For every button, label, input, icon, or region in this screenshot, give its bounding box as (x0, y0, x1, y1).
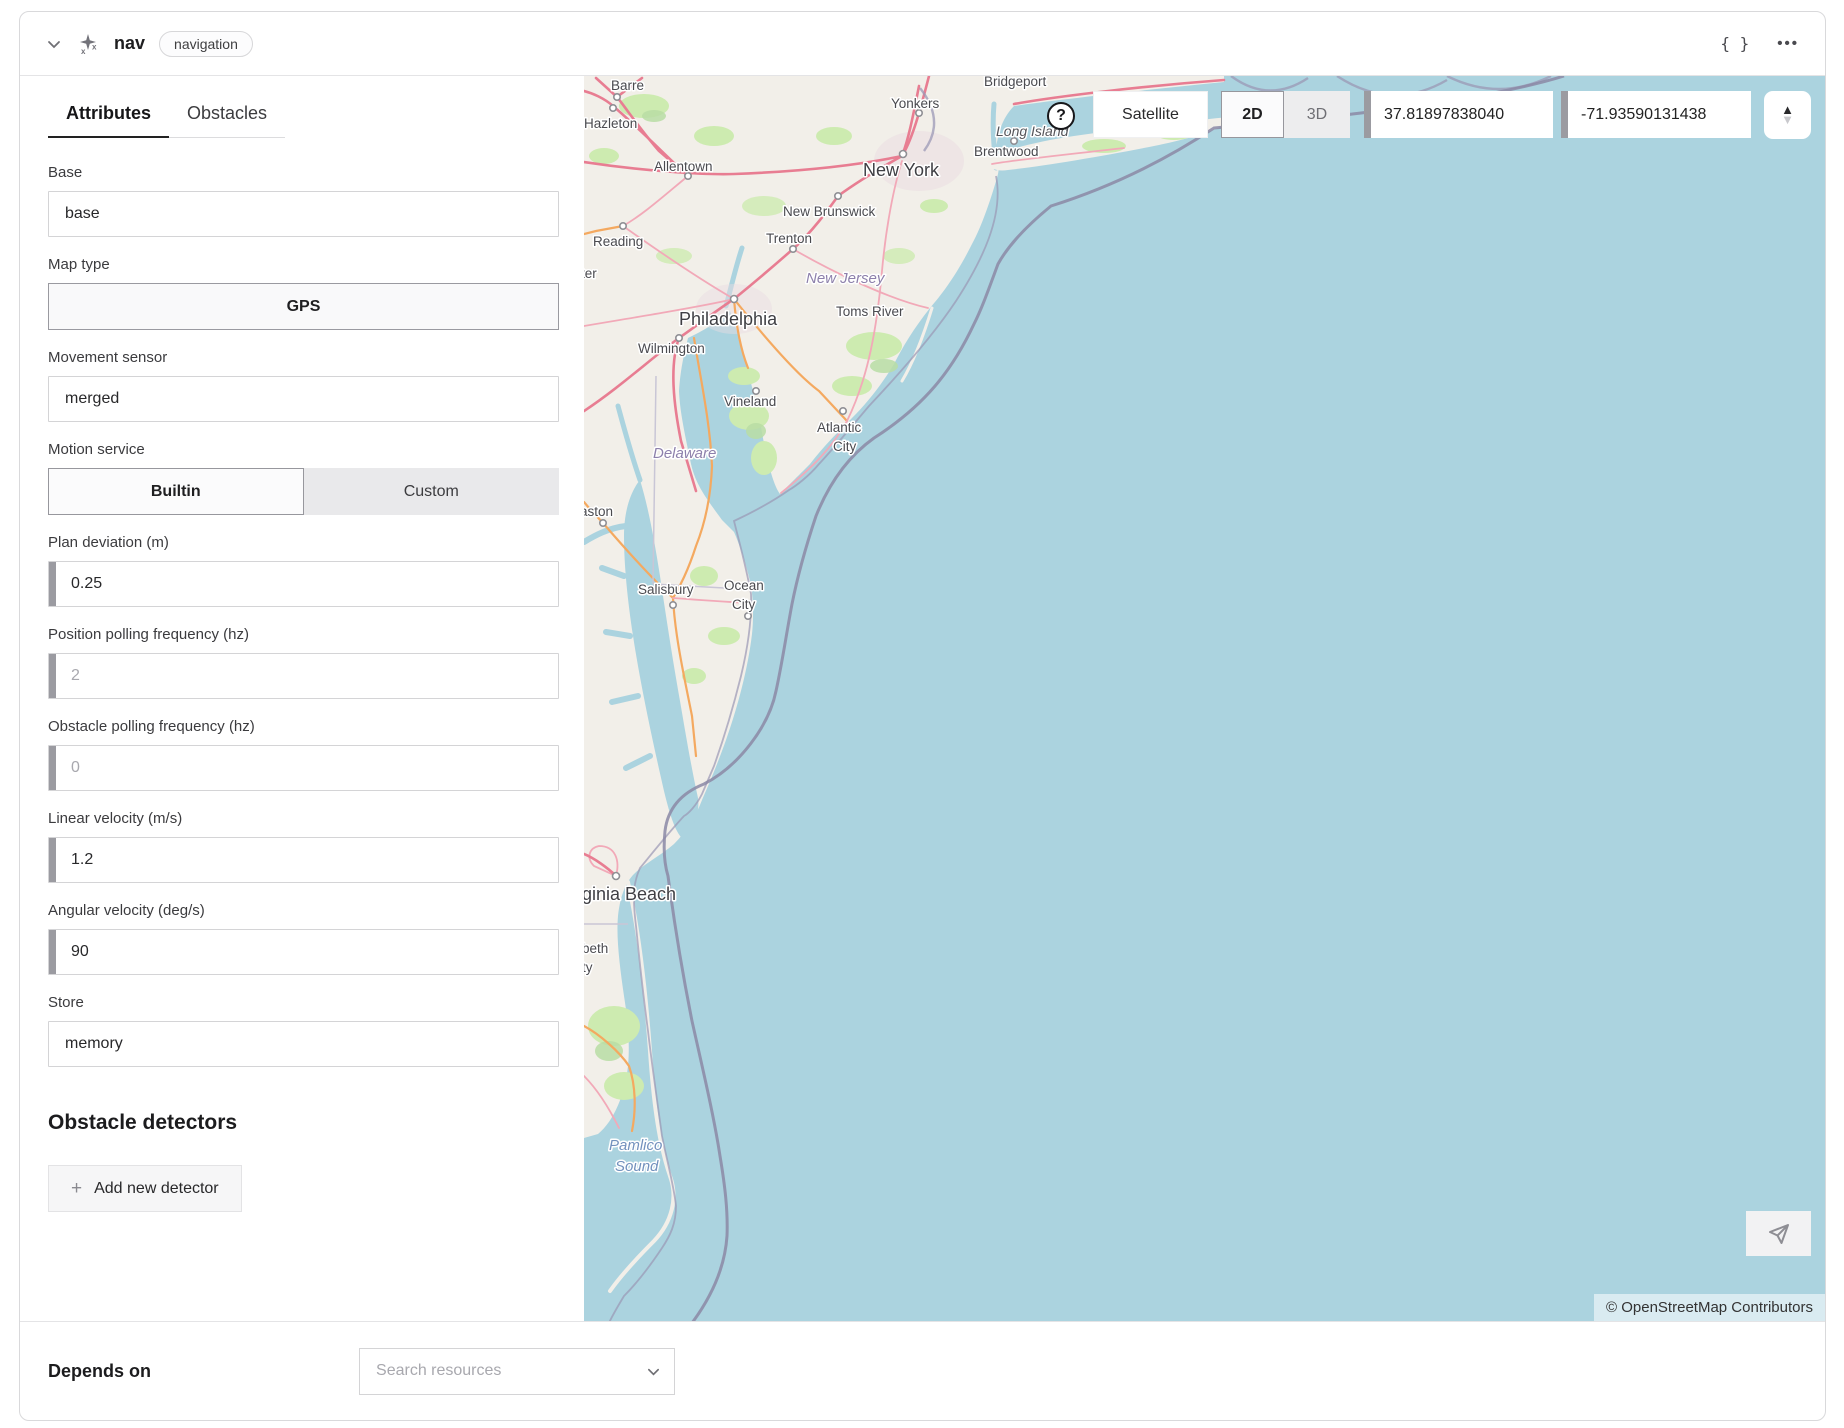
motion-service-label: Motion service (48, 441, 559, 458)
map-label: ginia Beach (584, 884, 676, 904)
number-accent-bar (49, 562, 56, 606)
map-label: Philadelphia (679, 309, 778, 329)
base-label: Base (48, 164, 559, 181)
map-label: Ocean (724, 578, 764, 593)
map-label: Barre (611, 78, 644, 93)
linear-velocity-label: Linear velocity (m/s) (48, 810, 559, 827)
config-form: Attributes Obstacles Base Map type GPS M… (20, 76, 584, 1321)
movement-sensor-label: Movement sensor (48, 349, 559, 366)
map-attribution: © OpenStreetMap Contributors (1594, 1294, 1825, 1321)
map-label: Delaware (653, 445, 716, 462)
depends-on-bar: Depends on (20, 1321, 1825, 1420)
resource-name: nav (114, 33, 145, 54)
search-resources-input[interactable] (359, 1348, 675, 1395)
motion-service-custom-button[interactable]: Custom (304, 468, 560, 515)
map-canvas: Barre Hazleton Allentown Reading ter Yon… (584, 76, 1825, 1321)
stepper-down-icon[interactable]: ▼ (1781, 115, 1794, 125)
map-label: City (833, 439, 856, 454)
plan-deviation-label: Plan deviation (m) (48, 534, 559, 551)
resource-type-badge: navigation (159, 31, 253, 57)
tab-attributes[interactable]: Attributes (48, 90, 169, 138)
number-accent-bar (49, 746, 56, 790)
number-accent-bar (1364, 91, 1371, 138)
number-accent-bar (49, 838, 56, 882)
map-label: Toms River (836, 304, 904, 319)
map-label: Pamlico (609, 1137, 662, 1154)
map-label: Reading (593, 234, 643, 249)
map-label: ty (584, 960, 593, 975)
map-label: New Jersey (806, 270, 886, 287)
map-2d-button[interactable]: 2D (1221, 91, 1284, 138)
more-menu-icon[interactable]: ••• (1777, 35, 1799, 52)
longitude-field (1561, 91, 1751, 138)
obstacle-polling-input[interactable] (48, 745, 559, 791)
obstacle-detectors-heading: Obstacle detectors (48, 1111, 559, 1135)
navigation-arrow-icon (1767, 1222, 1791, 1246)
longitude-input[interactable] (1561, 91, 1751, 138)
movement-sensor-input[interactable] (48, 376, 559, 422)
add-detector-label: Add new detector (94, 1180, 219, 1198)
base-input[interactable] (48, 191, 559, 237)
nav-service-card: x x nav navigation { } ••• Attributes Ob… (19, 11, 1826, 1421)
position-polling-input[interactable] (48, 653, 559, 699)
map-label: City (732, 597, 755, 612)
map-label: New Brunswick (783, 204, 876, 219)
svg-text:x: x (92, 42, 97, 51)
number-accent-bar (49, 930, 56, 974)
number-accent-bar (49, 654, 56, 698)
map-type-gps-button[interactable]: GPS (48, 283, 559, 330)
obstacle-polling-label: Obstacle polling frequency (hz) (48, 718, 559, 735)
map-label: New York (863, 160, 940, 180)
latitude-input[interactable] (1364, 91, 1553, 138)
map[interactable]: Barre Hazleton Allentown Reading ter Yon… (584, 76, 1825, 1321)
help-icon[interactable]: ? (1047, 102, 1075, 130)
map-label: Salisbury (638, 582, 694, 597)
card-header: x x nav navigation { } ••• (20, 12, 1825, 76)
navigation-service-icon: x x (78, 33, 100, 55)
motion-service-toggle: Builtin Custom (48, 468, 559, 515)
map-label: Brentwood (974, 144, 1039, 159)
number-accent-bar (1561, 91, 1568, 138)
map-label: Vineland (724, 394, 776, 409)
linear-velocity-input[interactable] (48, 837, 559, 883)
map-label: Allentown (654, 159, 713, 174)
angular-velocity-label: Angular velocity (deg/s) (48, 902, 559, 919)
map-label: Hazleton (584, 116, 637, 131)
map-type-label: Map type (48, 256, 559, 273)
angular-velocity-input[interactable] (48, 929, 559, 975)
map-label: Yonkers (891, 96, 940, 111)
map-label: Sound (615, 1158, 659, 1175)
map-label: ter (584, 266, 597, 281)
map-label: Atlantic (817, 420, 862, 435)
motion-service-builtin-button[interactable]: Builtin (48, 468, 304, 515)
plus-icon: + (71, 1179, 82, 1198)
add-detector-button[interactable]: + Add new detector (48, 1165, 242, 1212)
map-label: Trenton (766, 231, 812, 246)
store-input[interactable] (48, 1021, 559, 1067)
depends-on-label: Depends on (48, 1361, 151, 1382)
recenter-button[interactable] (1746, 1211, 1811, 1256)
latitude-field (1364, 91, 1553, 138)
map-label: Wilmington (638, 341, 705, 356)
json-mode-icon[interactable]: { } (1720, 34, 1749, 53)
plan-deviation-input[interactable] (48, 561, 559, 607)
svg-text:x: x (81, 47, 86, 55)
position-polling-label: Position polling frequency (hz) (48, 626, 559, 643)
zoom-stepper[interactable]: ▲ ▼ (1764, 91, 1811, 139)
tab-bar: Attributes Obstacles (48, 90, 285, 138)
depends-on-select (359, 1348, 675, 1395)
map-label: Bridgeport (984, 76, 1047, 89)
collapse-chevron-icon[interactable] (46, 36, 62, 52)
map-3d-button[interactable]: 3D (1284, 91, 1350, 138)
satellite-toggle-button[interactable]: Satellite (1093, 91, 1208, 138)
tab-obstacles[interactable]: Obstacles (169, 90, 285, 138)
map-label: aston (584, 504, 613, 519)
map-label: beth (584, 941, 608, 956)
store-label: Store (48, 994, 559, 1011)
